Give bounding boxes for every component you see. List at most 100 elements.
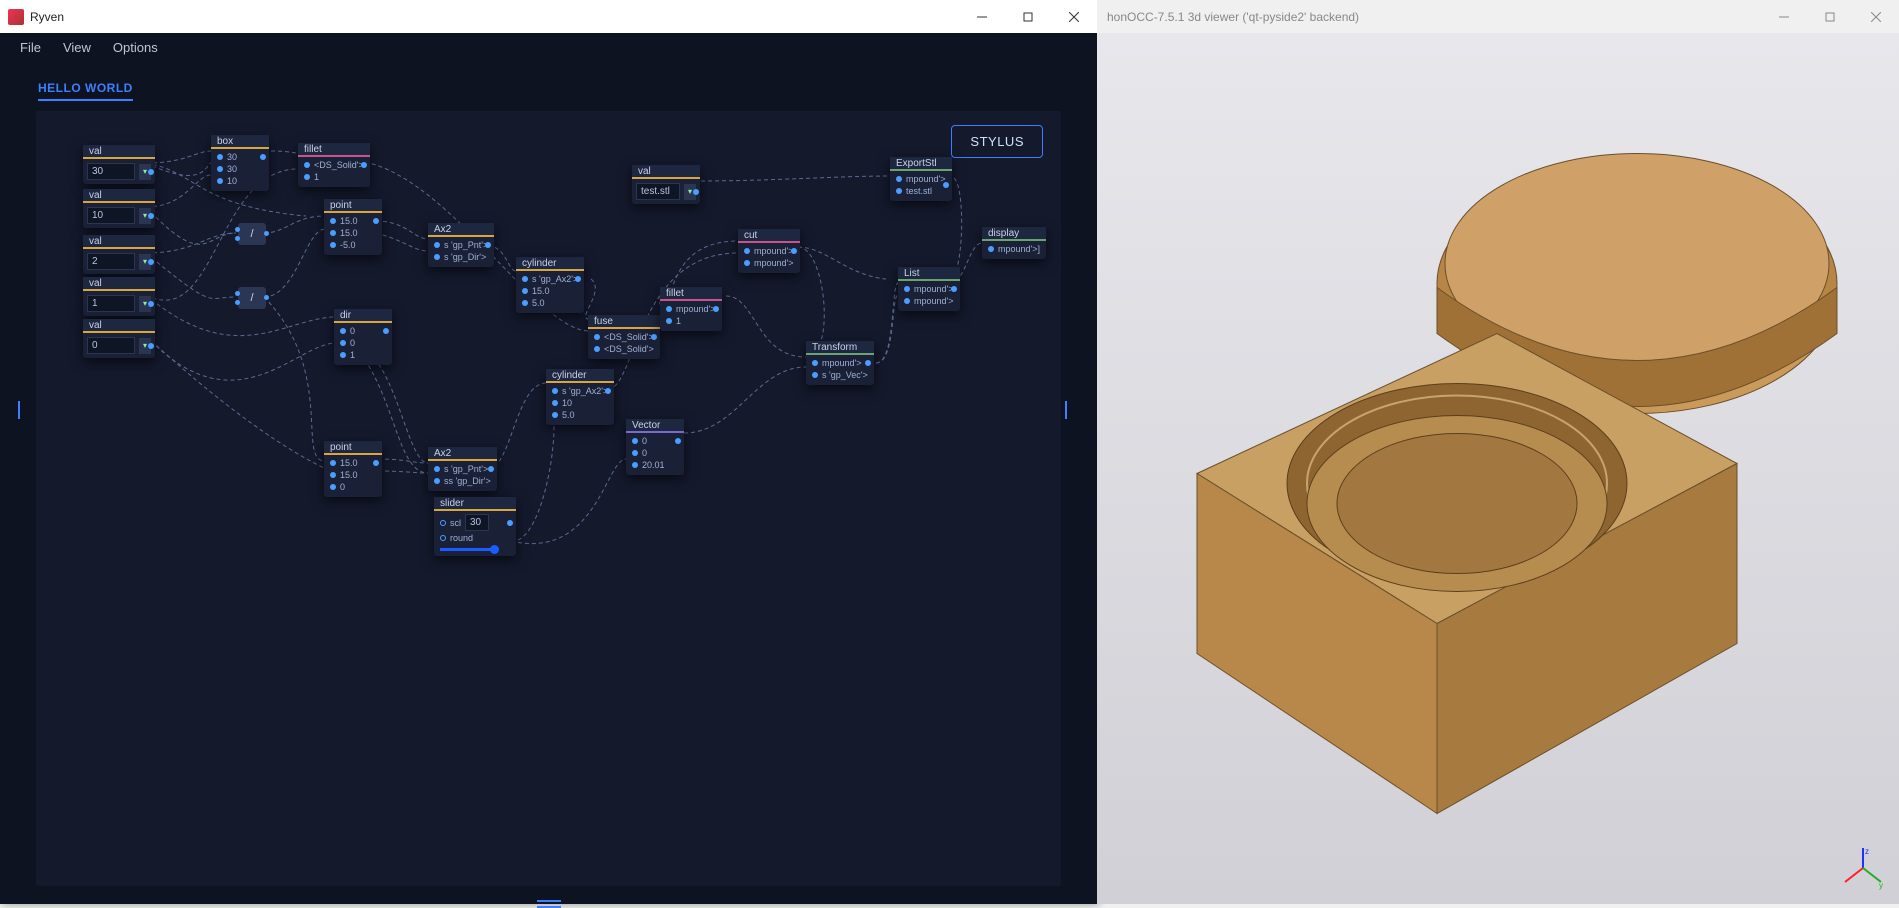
port-in[interactable] <box>330 230 336 236</box>
node-val-2[interactable]: val ▾ <box>83 235 155 274</box>
port-in[interactable] <box>434 254 440 260</box>
port-in[interactable] <box>744 260 750 266</box>
port-out[interactable] <box>148 169 154 175</box>
node-dir[interactable]: dir 0 0 1 <box>334 309 392 365</box>
port-in[interactable] <box>330 242 336 248</box>
port-out[interactable] <box>488 466 494 472</box>
node-val-4[interactable]: val ▾ <box>83 319 155 358</box>
node-val-1[interactable]: val ▾ <box>83 189 155 228</box>
port-out[interactable] <box>865 360 871 366</box>
port-out[interactable] <box>148 259 154 265</box>
port-in[interactable] <box>812 372 818 378</box>
port-out[interactable] <box>485 242 491 248</box>
node-display[interactable]: display mpound'>] <box>982 227 1046 259</box>
occ-3d-canvas[interactable]: z y <box>1097 33 1899 904</box>
node-canvas[interactable]: STYLUS <box>36 111 1061 886</box>
node-cut[interactable]: cut mpound'> mpound'> <box>738 229 800 273</box>
port-out[interactable] <box>148 343 154 349</box>
port-out[interactable] <box>693 189 699 195</box>
port-out[interactable] <box>575 276 581 282</box>
port-out[interactable] <box>373 218 379 224</box>
port-in[interactable] <box>330 460 336 466</box>
port-in[interactable] <box>217 178 223 184</box>
port-in[interactable] <box>904 286 910 292</box>
node-divide-1[interactable]: / <box>238 223 266 245</box>
menu-options[interactable]: Options <box>103 36 168 59</box>
port-in[interactable] <box>434 466 440 472</box>
port-out[interactable] <box>383 328 389 334</box>
port-out[interactable] <box>260 154 266 160</box>
port-out[interactable] <box>373 460 379 466</box>
minimize-button[interactable] <box>959 0 1005 33</box>
slider-handle-icon[interactable] <box>490 545 499 554</box>
port-in[interactable] <box>434 478 440 484</box>
node-fillet-2[interactable]: fillet mpound'> 1 <box>660 287 722 331</box>
port-in[interactable] <box>594 346 600 352</box>
node-point-1[interactable]: point 15.0 15.0 -5.0 <box>324 199 382 255</box>
node-ax2-b[interactable]: Ax2 s 'gp_Pnt'> ss 'gp_Dir'> <box>428 447 497 491</box>
port-in[interactable] <box>812 360 818 366</box>
port-in[interactable] <box>988 246 994 252</box>
port-in[interactable] <box>904 298 910 304</box>
node-point-2[interactable]: point 15.0 15.0 0 <box>324 441 382 497</box>
port-out[interactable] <box>264 231 269 236</box>
port-out[interactable] <box>675 438 681 444</box>
port-in[interactable] <box>896 176 902 182</box>
occ-close-button[interactable] <box>1853 0 1899 33</box>
node-val-filename[interactable]: val ▾ <box>632 165 700 204</box>
node-cylinder-1[interactable]: cylinder s 'gp_Ax2'> 15.0 5.0 <box>516 257 584 313</box>
node-transform[interactable]: Transform mpound'> s 'gp_Vec'> <box>806 341 874 385</box>
val-input[interactable] <box>87 337 135 354</box>
radio-icon[interactable] <box>440 535 446 541</box>
port-in[interactable] <box>304 174 310 180</box>
node-fillet-1[interactable]: fillet <DS_Solid'> 1 <box>298 143 370 187</box>
node-exportstl[interactable]: ExportStl mpound'> test.stl <box>890 157 952 201</box>
port-in[interactable] <box>340 352 346 358</box>
stylus-button[interactable]: STYLUS <box>951 125 1043 158</box>
occ-minimize-button[interactable] <box>1761 0 1807 33</box>
maximize-button[interactable] <box>1005 0 1051 33</box>
port-out[interactable] <box>264 295 269 300</box>
port-in[interactable] <box>217 154 223 160</box>
val-input[interactable] <box>87 253 135 270</box>
node-ax2-a[interactable]: Ax2 s 'gp_Pnt'> s 'gp_Dir'> <box>428 223 494 267</box>
slider-value-input[interactable] <box>465 514 489 531</box>
node-divide-2[interactable]: / <box>238 287 266 309</box>
val-input[interactable] <box>636 183 680 200</box>
node-cylinder-2[interactable]: cylinder s 'gp_Ax2'> 10 5.0 <box>546 369 614 425</box>
port-out[interactable] <box>148 301 154 307</box>
radio-icon[interactable] <box>440 520 446 526</box>
port-in[interactable] <box>632 462 638 468</box>
occ-maximize-button[interactable] <box>1807 0 1853 33</box>
port-in[interactable] <box>632 438 638 444</box>
port-in[interactable] <box>434 242 440 248</box>
node-vector[interactable]: Vector 0 0 20.01 <box>626 419 684 475</box>
port-in[interactable] <box>330 484 336 490</box>
port-in[interactable] <box>552 400 558 406</box>
port-in[interactable] <box>632 450 638 456</box>
val-input[interactable] <box>87 163 135 180</box>
port-in[interactable] <box>522 288 528 294</box>
port-in[interactable] <box>340 328 346 334</box>
port-out[interactable] <box>651 334 657 340</box>
node-val-0[interactable]: val ▾ <box>83 145 155 184</box>
node-box[interactable]: box 30 30 10 <box>211 135 269 191</box>
port-in[interactable] <box>594 334 600 340</box>
tab-hello-world[interactable]: HELLO WORLD <box>38 81 133 101</box>
menu-file[interactable]: File <box>10 36 51 59</box>
port-in[interactable] <box>666 318 672 324</box>
port-in[interactable] <box>217 166 223 172</box>
port-in[interactable] <box>552 412 558 418</box>
port-in[interactable] <box>744 248 750 254</box>
occ-titlebar[interactable]: honOCC-7.5.1 3d viewer ('qt-pyside2' bac… <box>1097 0 1899 33</box>
port-in[interactable] <box>552 388 558 394</box>
node-fuse[interactable]: fuse <DS_Solid'> <DS_Solid'> <box>588 315 660 359</box>
port-in[interactable] <box>666 306 672 312</box>
port-in[interactable] <box>330 472 336 478</box>
val-input[interactable] <box>87 207 135 224</box>
ryven-titlebar[interactable]: Ryven <box>0 0 1097 33</box>
port-out[interactable] <box>713 306 719 312</box>
port-out[interactable] <box>605 388 611 394</box>
port-in[interactable] <box>330 218 336 224</box>
port-in[interactable] <box>522 300 528 306</box>
